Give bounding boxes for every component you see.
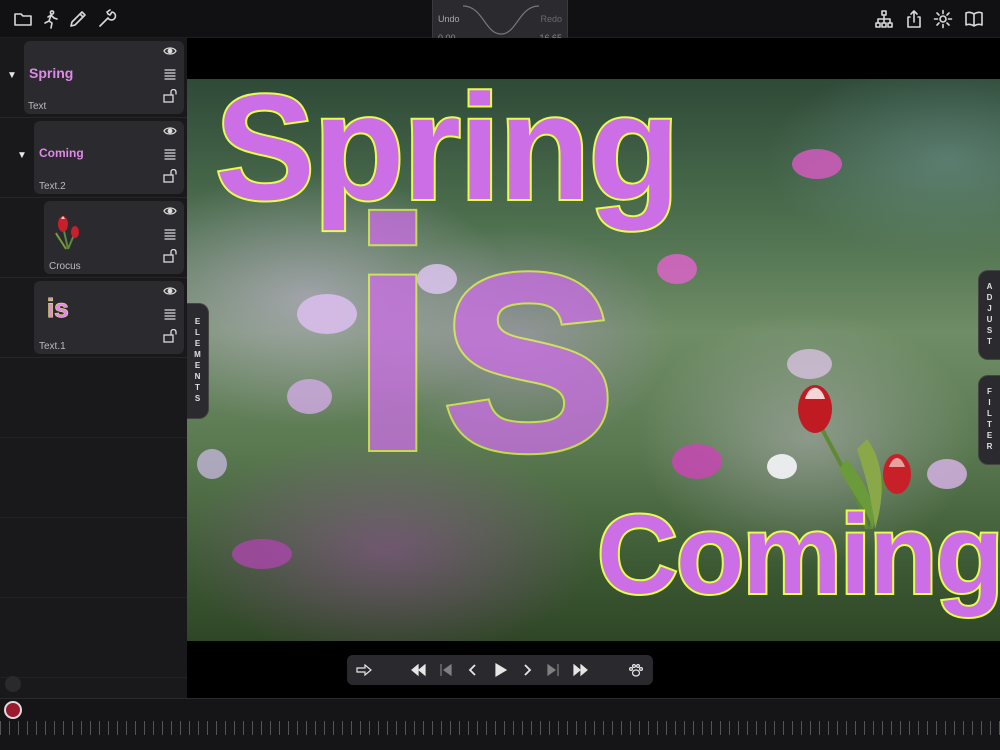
crocus-flower-icon [52, 213, 84, 251]
cosmos-flower [657, 254, 697, 284]
running-figure-icon[interactable] [38, 7, 62, 31]
undo-button[interactable]: Undo [438, 14, 460, 24]
timeline[interactable] [0, 698, 1000, 750]
menu-lines-icon[interactable] [163, 67, 177, 81]
empty-layer-slot [0, 358, 187, 438]
layer-thumbnail-text: is [47, 293, 70, 324]
cosmos-flower [197, 449, 227, 479]
empty-layer-slot [0, 518, 187, 598]
layer-caption: Text.1 [39, 341, 66, 352]
arrow-right-icon[interactable] [354, 660, 374, 680]
playback-controls [347, 655, 653, 685]
gear-icon[interactable] [931, 7, 955, 31]
unlock-icon[interactable] [163, 168, 177, 183]
unlock-icon[interactable] [163, 88, 177, 103]
layer-thumbnail-text: Coming [39, 146, 84, 160]
redo-button[interactable]: Redo [540, 14, 562, 24]
empty-layer-slot [0, 438, 187, 518]
rewind-icon[interactable] [408, 660, 428, 680]
cosmos-flower [672, 444, 722, 479]
menu-lines-icon[interactable] [163, 147, 177, 161]
step-back-icon[interactable] [463, 660, 483, 680]
undo-curve-graphic [463, 5, 539, 35]
cosmos-flower [232, 539, 292, 569]
wrench-icon[interactable] [95, 7, 119, 31]
unlock-icon[interactable] [163, 248, 177, 263]
layer-caption: Text [28, 101, 47, 112]
play-icon[interactable] [490, 660, 510, 680]
layer-card[interactable]: Coming Text.2 [34, 121, 184, 194]
eye-icon[interactable] [163, 124, 177, 138]
adjust-tab[interactable]: ADJUST [978, 270, 1000, 360]
paw-icon[interactable] [626, 660, 646, 680]
share-icon[interactable] [902, 7, 926, 31]
cosmos-flower [792, 149, 842, 179]
unlock-icon[interactable] [163, 328, 177, 343]
menu-lines-icon[interactable] [163, 307, 177, 321]
previous-keyframe-icon[interactable] [436, 660, 456, 680]
layer-row-coming[interactable]: ▼ Coming Text.2 [0, 118, 187, 198]
fast-forward-icon[interactable] [571, 660, 591, 680]
layer-card[interactable]: Crocus [44, 201, 184, 274]
step-forward-icon[interactable] [517, 660, 537, 680]
mini-play-button[interactable] [5, 676, 21, 692]
eye-icon[interactable] [163, 44, 177, 58]
canvas-image[interactable]: Spring is Coming [187, 79, 1000, 641]
layer-row-is[interactable]: is Text.1 [0, 278, 187, 358]
menu-lines-icon[interactable] [163, 227, 177, 241]
adjust-tab-label: ADJUST [985, 282, 994, 348]
eye-icon[interactable] [163, 204, 177, 218]
cosmos-flower [927, 459, 967, 489]
pencil-icon[interactable] [66, 7, 90, 31]
layer-thumbnail-text: Spring [29, 65, 74, 81]
filter-tab-label: FILTER [985, 387, 994, 453]
layer-card[interactable]: is Text.1 [34, 281, 184, 354]
canvas-text-is[interactable]: is [345, 169, 622, 503]
layer-caption: Text.2 [39, 181, 66, 192]
next-keyframe-icon[interactable] [543, 660, 563, 680]
folder-icon[interactable] [11, 7, 35, 31]
layer-row-spring[interactable]: ▼ Spring Text [0, 38, 187, 118]
filter-tab[interactable]: FILTER [978, 375, 1000, 465]
disclosure-triangle-icon[interactable]: ▼ [17, 150, 29, 162]
layer-caption: Crocus [49, 261, 81, 272]
layers-panel: ▼ Spring Text ▼ Coming Text.2 Crocus is … [0, 38, 187, 698]
layer-card[interactable]: Spring Text [24, 41, 184, 114]
eye-icon[interactable] [163, 284, 177, 298]
disclosure-triangle-icon[interactable]: ▼ [7, 70, 19, 82]
cosmos-flower [287, 379, 332, 414]
timeline-ruler[interactable] [0, 721, 1000, 735]
canvas-text-coming[interactable]: Coming [595, 497, 1000, 613]
hierarchy-icon[interactable] [872, 7, 896, 31]
elements-tab-label: ELEMENTS [193, 317, 202, 405]
cosmos-flower [787, 349, 832, 379]
top-toolbar: Undo Redo 0.00 16.65 [0, 0, 1000, 44]
book-icon[interactable] [962, 7, 986, 31]
empty-layer-slot [0, 598, 187, 678]
app-window: Undo Redo 0.00 16.65 ▼ Spring Text [0, 0, 1000, 750]
elements-tab[interactable]: ELEMENTS [187, 303, 209, 419]
layer-row-crocus[interactable]: Crocus [0, 198, 187, 278]
record-button[interactable] [4, 701, 22, 719]
